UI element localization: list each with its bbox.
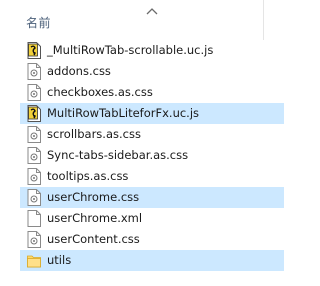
file-row-addons-css[interactable]: addons.css <box>0 61 284 82</box>
css-file-icon <box>27 84 41 101</box>
file-row-multirowtab-scrollable[interactable]: _MultiRowTab-scrollable.uc.js <box>0 40 284 61</box>
file-name: checkboxes.as.css <box>47 85 153 99</box>
file-row-multirowtabliteforfx[interactable]: MultiRowTabLiteforFx.uc.js <box>0 103 284 124</box>
file-row-sync-tabs-sidebar[interactable]: Sync-tabs-sidebar.as.css <box>0 145 284 166</box>
file-row-utils-folder[interactable]: utils <box>0 250 284 271</box>
js-script-icon <box>27 105 41 122</box>
file-name: addons.css <box>47 64 111 78</box>
sort-ascending-icon[interactable] <box>145 6 159 16</box>
file-name: MultiRowTabLiteforFx.uc.js <box>47 106 200 120</box>
name-column-header[interactable]: 名前 <box>26 14 51 31</box>
file-row-usercontent-css[interactable]: userContent.css <box>0 229 284 250</box>
folder-icon <box>27 255 41 268</box>
css-file-icon <box>27 147 41 164</box>
file-name: scrollbars.as.css <box>47 127 141 141</box>
css-file-icon <box>27 168 41 185</box>
file-name: userChrome.css <box>47 190 140 204</box>
file-name: _MultiRowTab-scrollable.uc.js <box>47 43 214 57</box>
file-row-scrollbars-as-css[interactable]: scrollbars.as.css <box>0 124 284 145</box>
column-header: 名前 <box>0 0 284 40</box>
css-file-icon <box>27 231 41 248</box>
column-divider[interactable] <box>263 0 264 40</box>
file-row-checkboxes-as-css[interactable]: checkboxes.as.css <box>0 82 284 103</box>
folder-name: utils <box>47 253 72 267</box>
file-row-userchrome-css[interactable]: userChrome.css <box>0 187 284 208</box>
file-name: userContent.css <box>47 232 140 246</box>
css-file-icon <box>27 63 41 80</box>
file-list: _MultiRowTab-scrollable.uc.js addons.css… <box>0 40 284 271</box>
css-file-icon <box>27 126 41 143</box>
css-file-icon <box>27 189 41 206</box>
file-row-userchrome-xml[interactable]: userChrome.xml <box>0 208 284 229</box>
file-name: userChrome.xml <box>47 211 143 225</box>
blank-file-icon <box>27 210 41 227</box>
js-script-icon <box>27 42 41 59</box>
file-row-tooltips-as-css[interactable]: tooltips.as.css <box>0 166 284 187</box>
file-name: Sync-tabs-sidebar.as.css <box>47 148 189 162</box>
file-name: tooltips.as.css <box>47 169 129 183</box>
